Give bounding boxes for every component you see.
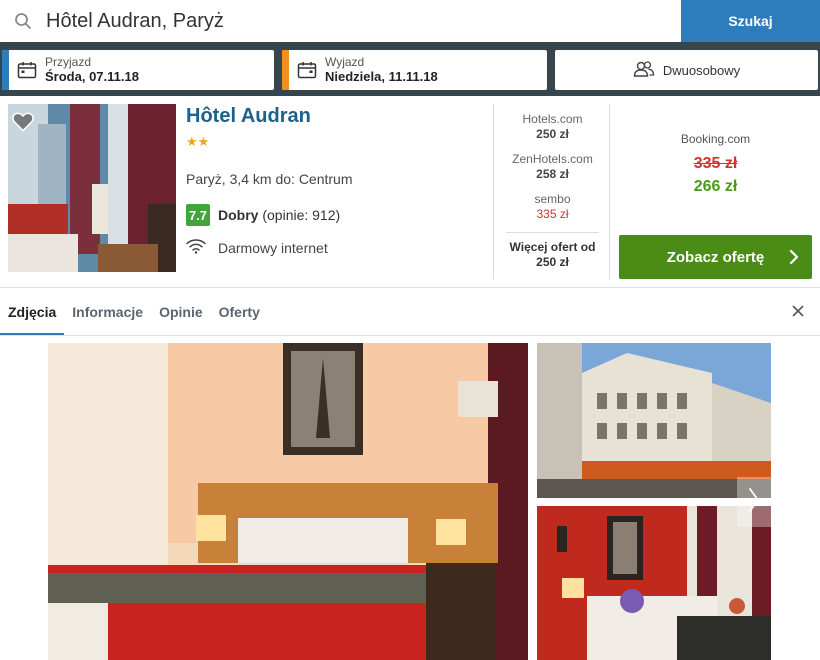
checkout-date-picker[interactable]: Wyjazd Niedziela, 11.11.18 (282, 50, 547, 90)
guests-selector[interactable]: Dwuosobowy (555, 50, 818, 90)
guests-label: Dwuosobowy (662, 62, 741, 78)
star-rating: ★★ (186, 134, 210, 149)
price-site: sembo (534, 192, 571, 206)
checkin-date-picker[interactable]: Przyjazd Środa, 07.11.18 (2, 50, 274, 90)
calendar-icon (9, 61, 45, 79)
price-offer-zenhotels[interactable]: ZenHotels.com 258 zł (494, 152, 611, 182)
gallery-main-photo[interactable] (48, 343, 528, 660)
more-offers-link[interactable]: Więcej ofert od 250 zł (494, 240, 611, 270)
hotel-location: Paryż, 3,4 km do: Centrum (186, 171, 353, 187)
more-offers-price: 250 zł (536, 255, 569, 269)
price-value: 250 zł (536, 127, 569, 141)
price-site: Hotels.com (522, 112, 583, 126)
checkout-accent (282, 50, 289, 90)
close-icon[interactable] (790, 303, 806, 324)
view-offer-label: Zobacz ofertę (666, 248, 765, 266)
more-offers-label: Więcej ofert od (509, 240, 596, 254)
guest-rating[interactable]: 7.7 Dobry (opinie: 912) (186, 204, 340, 226)
tab-reviews[interactable]: Opinie (151, 296, 211, 336)
wifi-icon (186, 238, 206, 257)
chevron-right-icon (788, 247, 800, 271)
price-comparison: Hotels.com 250 zł ZenHotels.com 258 zł s… (493, 104, 610, 279)
price-offer-sembo[interactable]: sembo 335 zł (494, 192, 611, 222)
checkin-label: Przyjazd (45, 55, 92, 69)
card-divider (0, 287, 820, 288)
checkout-value: Niedziela, 11.11.18 (325, 69, 438, 84)
calendar-icon (289, 61, 325, 79)
tab-offers[interactable]: Oferty (211, 296, 268, 336)
gallery-photo-room[interactable] (537, 506, 771, 660)
gallery-photo-exterior[interactable] (537, 343, 771, 498)
rating-label: Dobry (218, 207, 259, 223)
checkin-value: Środa, 07.11.18 (45, 69, 139, 84)
chevron-right-icon (747, 486, 761, 519)
price-value: 335 zł (536, 207, 569, 221)
detail-tabs: Zdjęcia Informacje Opinie Oferty (0, 296, 268, 336)
price-site: ZenHotels.com (512, 152, 593, 166)
search-icon (0, 0, 46, 42)
rating-reviews: (opinie: 912) (262, 207, 341, 223)
best-deal-new-price: 266 zł (693, 178, 738, 195)
view-offer-button[interactable]: Zobacz ofertę (619, 235, 812, 279)
tabs-divider (0, 335, 820, 336)
search-button[interactable]: Szukaj (681, 0, 820, 42)
checkin-accent (2, 50, 9, 90)
search-query: Hôtel Audran, Paryż (46, 9, 224, 32)
hotel-name[interactable]: Hôtel Audran (186, 105, 311, 128)
amenity-label: Darmowy internet (218, 239, 328, 256)
price-value: 258 zł (536, 167, 569, 181)
heart-icon[interactable] (12, 112, 34, 137)
price-offer-hotels-com[interactable]: Hotels.com 250 zł (494, 112, 611, 142)
amenity-wifi: Darmowy internet (186, 238, 328, 257)
rating-score-badge: 7.7 (186, 204, 210, 226)
search-header: Hôtel Audran, Paryż Szukaj Przyjazd Środ… (0, 0, 820, 96)
people-icon (633, 60, 655, 80)
tab-information[interactable]: Informacje (64, 296, 151, 336)
best-deal-site: Booking.com (680, 132, 751, 146)
divider (506, 232, 599, 233)
search-input[interactable]: Hôtel Audran, Paryż (0, 0, 681, 42)
checkout-label: Wyjazd (325, 55, 365, 69)
best-deal-old-price: 335 zł (693, 155, 738, 172)
tab-photos[interactable]: Zdjęcia (0, 296, 65, 336)
best-deal-panel: Booking.com 335 zł 266 zł Zobacz ofertę (611, 104, 820, 279)
gallery-next-button[interactable] (737, 477, 771, 527)
